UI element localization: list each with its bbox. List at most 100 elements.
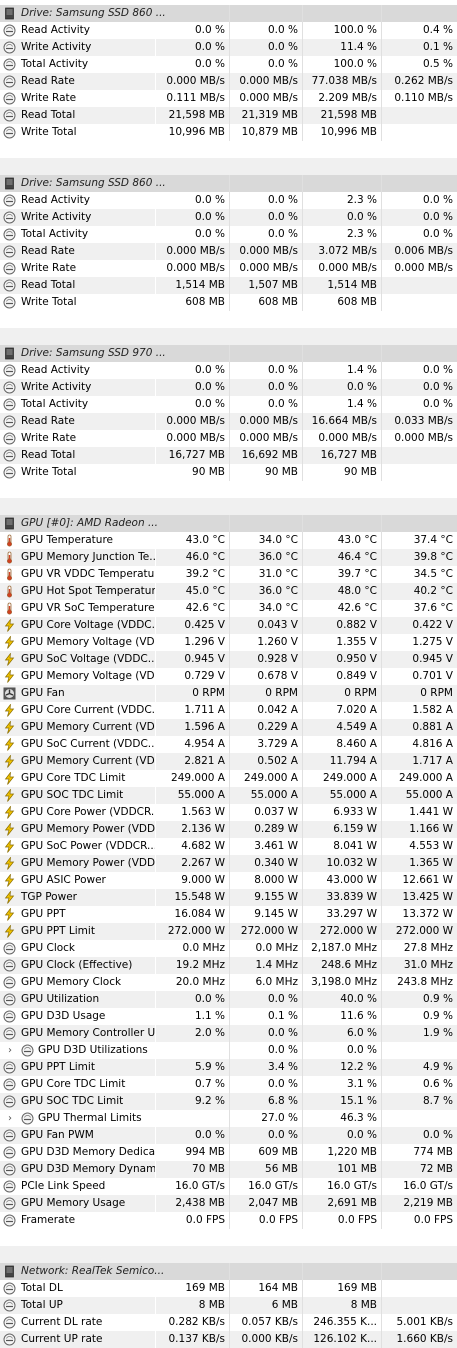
gauge-icon	[3, 24, 16, 37]
maximum-value: 2.3 %	[303, 226, 382, 243]
sensor-label: Total Activity	[21, 228, 89, 240]
sensor-row[interactable]: GPU Core Power (VDDCR... 1.563 W 0.037 W 6.…	[0, 804, 457, 821]
section-spacer	[0, 328, 457, 345]
sensor-row[interactable]: GPU VR SoC Temperature 42.6 °C 34.0 °C 42.6…	[0, 600, 457, 617]
sensor-row[interactable]: Total Activity 0.0 % 0.0 % 100.0 % 0.5 %	[0, 56, 457, 73]
sensor-row[interactable]: Read Activity 0.0 % 0.0 % 100.0 % 0.4 %	[0, 22, 457, 39]
sensor-name-cell: GPU Core Current (VDDC...	[0, 702, 156, 719]
sensor-row[interactable]: GPU Clock (Effective) 19.2 MHz 1.4 MHz 248.…	[0, 957, 457, 974]
maximum-value: 2,691 MB	[303, 1195, 382, 1212]
header-cell	[382, 515, 457, 532]
minimum-value: 34.0 °C	[230, 600, 303, 617]
maximum-value: 100.0 %	[303, 22, 382, 39]
sensor-row[interactable]: GPU Core TDC Limit 249.000 A 249.000 A 249.…	[0, 770, 457, 787]
sensor-row[interactable]: Write Rate 0.000 MB/s 0.000 MB/s 0.000 MB/s…	[0, 260, 457, 277]
sensor-row[interactable]: GPU PPT Limit 272.000 W 272.000 W 272.000 W…	[0, 923, 457, 940]
sensor-row[interactable]: Write Total 90 MB 90 MB 90 MB	[0, 464, 457, 481]
chevron-right-icon[interactable]: ›	[8, 1110, 12, 1127]
sensor-row[interactable]: GPU Core Current (VDDC... 1.711 A 0.042 A7…	[0, 702, 457, 719]
sensor-name-cell: Write Total	[0, 124, 156, 141]
sensor-row[interactable]: GPU Memory Current (VD... 1.596 A 0.229 A4…	[0, 719, 457, 736]
sensor-row[interactable]: GPU Core TDC Limit 0.7 % 0.0 % 3.1 % 0.6 %	[0, 1076, 457, 1093]
sensor-row[interactable]: GPU Fan PWM 0.0 % 0.0 % 0.0 % 0.0 %	[0, 1127, 457, 1144]
sensor-row[interactable]: GPU Memory Voltage (VD... 0.729 V 0.678 V0…	[0, 668, 457, 685]
current-value: 1.1 %	[156, 1008, 230, 1025]
section-spacer	[0, 141, 457, 158]
sensor-row[interactable]: Read Total 1,514 MB 1,507 MB 1,514 MB	[0, 277, 457, 294]
sensor-row[interactable]: GPU Memory Junction Te... 46.0 °C 36.0 °C 4…	[0, 549, 457, 566]
sensor-row[interactable]: GPU Temperature 43.0 °C 34.0 °C 43.0 °C 37.4…	[0, 532, 457, 549]
sensor-row[interactable]: Total DL 169 MB 164 MB 169 MB	[0, 1280, 457, 1297]
sensor-row[interactable]: › GPU D3D Utilizations 0.0 % 0.0 %	[0, 1042, 457, 1059]
sensor-row[interactable]: Current DL rate 0.282 KB/s 0.057 KB/s 246.3…	[0, 1314, 457, 1331]
sensor-label: Framerate	[21, 1214, 76, 1226]
section-header[interactable]: Drive: Samsung SSD 860 ...	[0, 5, 457, 22]
sensor-row[interactable]: Write Activity 0.0 % 0.0 % 0.0 % 0.0 %	[0, 379, 457, 396]
sensor-row[interactable]: Read Total 21,598 MB 21,319 MB 21,598 MB	[0, 107, 457, 124]
sensor-row[interactable]: GPU D3D Memory Dedica... 994 MB 609 MB 1,22…	[0, 1144, 457, 1161]
sensor-row[interactable]: GPU PPT 16.084 W 9.145 W 33.297 W 13.372 W	[0, 906, 457, 923]
sensor-row[interactable]: Read Rate 0.000 MB/s 0.000 MB/s 77.038 MB/s…	[0, 73, 457, 90]
sensor-row[interactable]: Read Activity 0.0 % 0.0 % 2.3 % 0.0 %	[0, 192, 457, 209]
sensor-row[interactable]: GPU SoC Voltage (VDDC... 0.945 V 0.928 V 0.…	[0, 651, 457, 668]
sensor-row[interactable]: GPU SOC TDC Limit 9.2 % 6.8 % 15.1 % 8.7 %	[0, 1093, 457, 1110]
section-header[interactable]: Drive: Samsung SSD 860 ...	[0, 175, 457, 192]
sensor-row[interactable]: Total Activity 0.0 % 0.0 % 2.3 % 0.0 %	[0, 226, 457, 243]
header-cell	[303, 175, 382, 192]
sensor-row[interactable]: Read Total 16,727 MB 16,692 MB 16,727 MB	[0, 447, 457, 464]
sensor-row[interactable]: GPU Memory Voltage (VD... 1.296 V 1.260 V1…	[0, 634, 457, 651]
sensor-row[interactable]: Current UP rate 0.137 KB/s 0.000 KB/s 126.1…	[0, 1331, 457, 1348]
sensor-row[interactable]: GPU SOC TDC Limit 55.000 A 55.000 A 55.000 …	[0, 787, 457, 804]
sensor-row[interactable]: GPU Hot Spot Temperature 45.0 °C 36.0 °C 48…	[0, 583, 457, 600]
sensor-row[interactable]: Read Rate 0.000 MB/s 0.000 MB/s 16.664 MB/s…	[0, 413, 457, 430]
sensor-row[interactable]: GPU Memory Power (VDD... 2.267 W 0.340 W 10…	[0, 855, 457, 872]
section-header[interactable]: Drive: Samsung SSD 970 ...	[0, 345, 457, 362]
sensor-row[interactable]: Framerate 0.0 FPS 0.0 FPS 0.0 FPS 0.0 FPS	[0, 1212, 457, 1229]
sensor-row[interactable]: GPU Memory Current (VD... 2.821 A 0.502 A1…	[0, 753, 457, 770]
sensor-row[interactable]: Write Activity 0.0 % 0.0 % 11.4 % 0.1 %	[0, 39, 457, 56]
sensor-row[interactable]: GPU Fan 0 RPM 0 RPM 0 RPM 0 RPM	[0, 685, 457, 702]
chevron-right-icon[interactable]: ›	[8, 1042, 12, 1059]
sensor-row[interactable]: GPU SoC Power (VDDCR... 4.682 W 3.461 W 8.0…	[0, 838, 457, 855]
section-header[interactable]: Network: RealTek Semico...	[0, 1263, 457, 1280]
sensor-row[interactable]: Write Rate 0.000 MB/s 0.000 MB/s 0.000 MB/s…	[0, 430, 457, 447]
sensor-row[interactable]: Total UP 8 MB 6 MB 8 MB	[0, 1297, 457, 1314]
current-value: 1.711 A	[156, 702, 230, 719]
sensor-row[interactable]: GPU D3D Memory Dynamic 70 MB 56 MB 101 MB 72…	[0, 1161, 457, 1178]
section-header[interactable]: GPU [#0]: AMD Radeon ...	[0, 515, 457, 532]
sensor-row[interactable]: Write Total 10,996 MB 10,879 MB 10,996 MB	[0, 124, 457, 141]
average-value: 55.000 A	[405, 789, 453, 801]
sensor-label: GPU D3D Memory Dynamic	[21, 1163, 156, 1175]
current-value: 0.0 FPS	[156, 1212, 230, 1229]
sensor-row[interactable]: GPU SoC Current (VDDC... 4.954 A 3.729 A 8.…	[0, 736, 457, 753]
sensor-row[interactable]: TGP Power 15.548 W 9.155 W 33.839 W 13.425 W	[0, 889, 457, 906]
sensor-row[interactable]: GPU Memory Power (VDD... 2.136 W 0.289 W 6.…	[0, 821, 457, 838]
sensor-row[interactable]: GPU D3D Usage 1.1 % 0.1 % 11.6 % 0.9 %	[0, 1008, 457, 1025]
sensor-row[interactable]: GPU Memory Clock 20.0 MHz 6.0 MHz 3,198.0 M…	[0, 974, 457, 991]
sensor-row[interactable]: Read Activity 0.0 % 0.0 % 1.4 % 0.0 %	[0, 362, 457, 379]
current-value: 0.282 KB/s	[156, 1314, 230, 1331]
sensor-row[interactable]: › GPU Thermal Limits 27.0 % 46.3 %	[0, 1110, 457, 1127]
gauge-icon	[3, 1333, 16, 1346]
sensor-row[interactable]: GPU VR VDDC Temperature 39.2 °C 31.0 °C 39.…	[0, 566, 457, 583]
sensor-row[interactable]: Write Total 608 MB 608 MB 608 MB	[0, 294, 457, 311]
sensor-row[interactable]: PCIe Link Speed 16.0 GT/s 16.0 GT/s 16.0 GT…	[0, 1178, 457, 1195]
sensor-row[interactable]: GPU PPT Limit 5.9 % 3.4 % 12.2 % 4.9 %	[0, 1059, 457, 1076]
maximum-value: 33.839 W	[303, 889, 382, 906]
average-value: 4.9 %	[422, 1061, 453, 1073]
sensor-row[interactable]: Total Activity 0.0 % 0.0 % 1.4 % 0.0 %	[0, 396, 457, 413]
sensor-row[interactable]: GPU Memory Controller U... 2.0 % 0.0 % 6.0 …	[0, 1025, 457, 1042]
sensor-row[interactable]: Read Rate 0.000 MB/s 0.000 MB/s 3.072 MB/s 0…	[0, 243, 457, 260]
sensor-row[interactable]: GPU Memory Usage 2,438 MB 2,047 MB 2,691 MB…	[0, 1195, 457, 1212]
sensor-row[interactable]: GPU Utilization 0.0 % 0.0 % 40.0 % 0.9 %	[0, 991, 457, 1008]
gauge-icon	[3, 1129, 16, 1142]
sensor-label: GPU VR SoC Temperature	[21, 602, 155, 614]
sensor-row[interactable]: GPU Core Voltage (VDDC... 0.425 V 0.043 V0…	[0, 617, 457, 634]
average-value: 0.000 MB/s	[394, 432, 453, 444]
header-cell	[230, 175, 303, 192]
sensor-row[interactable]: GPU ASIC Power 9.000 W 8.000 W 43.000 W 12.6…	[0, 872, 457, 889]
sensor-row[interactable]: GPU Clock 0.0 MHz 0.0 MHz 2,187.0 MHz 27.8 M…	[0, 940, 457, 957]
sensor-label: GPU SoC Power (VDDCR...	[21, 840, 156, 852]
sensor-row[interactable]: Write Rate 0.111 MB/s 0.000 MB/s 2.209 MB/s…	[0, 90, 457, 107]
sensor-row[interactable]: Write Activity 0.0 % 0.0 % 0.0 % 0.0 %	[0, 209, 457, 226]
